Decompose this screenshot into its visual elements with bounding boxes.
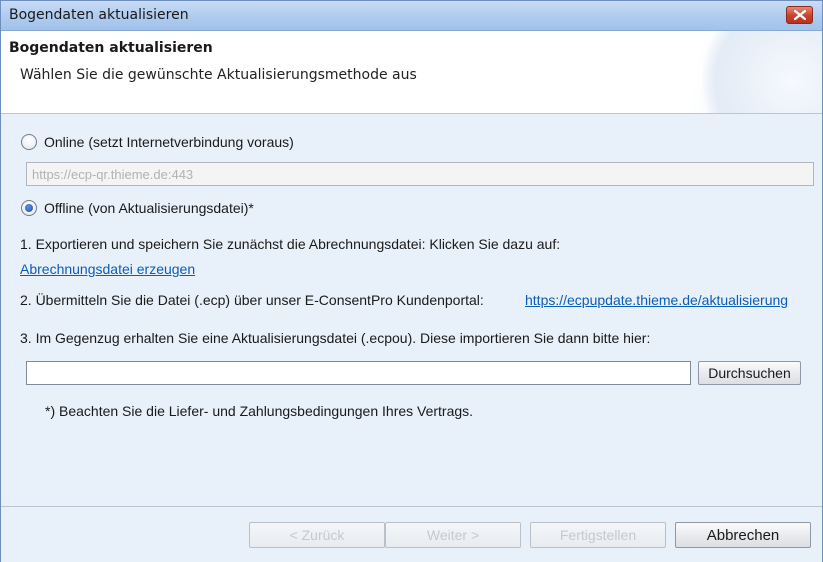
dialog-window: Bogendaten aktualisieren Bogendaten aktu… [0,0,823,562]
customer-portal-link[interactable]: https://ecpupdate.thieme.de/aktualisieru… [525,292,788,308]
offline-radio[interactable] [21,200,37,216]
close-button[interactable] [786,6,813,24]
step2-text: 2. Übermitteln Sie die Datei (.ecp) über… [20,292,484,308]
back-button[interactable]: < Zurück [249,522,385,548]
cancel-button[interactable]: Abbrechen [675,522,811,548]
title-bar[interactable]: Bogendaten aktualisieren [1,1,822,31]
wizard-footer: < Zurück Weiter > Fertigstellen Abbreche… [1,506,822,562]
next-button[interactable]: Weiter > [385,522,521,548]
header-title: Bogendaten aktualisieren [9,40,213,56]
wizard-content: Online (setzt Internetverbindung voraus)… [1,114,822,506]
close-icon [794,10,806,20]
create-billing-file-link[interactable]: Abrechnungsdatei erzeugen [20,261,195,277]
online-url-field[interactable] [26,162,814,186]
update-file-path-input[interactable] [26,361,691,385]
terms-note: *) Beachten Sie die Liefer- und Zahlungs… [45,403,474,419]
header-decoration [702,31,822,113]
browse-button[interactable]: Durchsuchen [698,361,801,385]
wizard-header: Bogendaten aktualisieren Wählen Sie die … [1,31,822,114]
step3-text: 3. Im Gegenzug erhalten Sie eine Aktuali… [20,330,651,346]
online-radio[interactable] [21,134,37,150]
online-label[interactable]: Online (setzt Internetverbindung voraus) [44,134,294,150]
window-title: Bogendaten aktualisieren [9,7,189,23]
offline-label[interactable]: Offline (von Aktualisierungsdatei)* [44,200,254,216]
step1-text: 1. Exportieren und speichern Sie zunächs… [20,236,561,252]
header-subtitle: Wählen Sie die gewünschte Aktualisierung… [20,67,417,83]
finish-button[interactable]: Fertigstellen [530,522,666,548]
